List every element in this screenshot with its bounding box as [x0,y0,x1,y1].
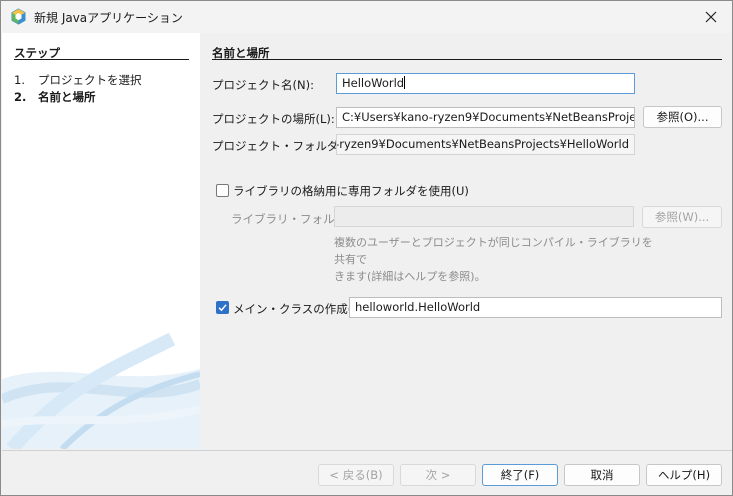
finish-button[interactable]: 終了(F) [482,464,558,486]
library-folder-input[interactable] [334,206,634,227]
help-button[interactable]: ヘルプ(H) [646,464,722,486]
step-item-1: 1. プロジェクトを選択 [14,72,142,88]
back-button[interactable]: < 戻る(B) [318,464,394,486]
main-class-checkbox[interactable] [216,301,229,314]
panel-divider [212,59,722,60]
library-note: 複数のユーザーとプロジェクトが同じコンパイル・ライブラリを共有で きます(詳細は… [334,234,654,285]
netbeans-app-icon [11,8,26,25]
main-class-input[interactable]: helloworld.HelloWorld [349,297,722,318]
next-button[interactable]: 次 > [400,464,476,486]
step-label: プロジェクトを選択 [38,73,142,87]
project-name-value: HelloWorld [342,76,405,90]
title-bar: 新規 Javaアプリケーション [1,1,732,33]
project-name-input[interactable]: HelloWorld [336,73,635,94]
project-folder-field[interactable]: C:¥Users¥kano-ryzen9¥Documents¥NetBeansP… [336,134,635,155]
library-folder-checkbox-label[interactable]: ライブラリの格納用に専用フォルダを使用(U) [233,183,469,199]
close-icon[interactable] [697,5,725,29]
project-location-label: プロジェクトの場所(L): [212,112,335,126]
library-note-line1: 複数のユーザーとプロジェクトが同じコンパイル・ライブラリを共有で [334,236,653,266]
browse-library-button[interactable]: 参照(W)... [642,206,722,228]
window-title: 新規 Javaアプリケーション [34,11,183,25]
decorative-swoosh-graphic [2,332,200,449]
library-folder-checkbox[interactable] [216,184,229,197]
new-java-application-dialog: 新規 Javaアプリケーション ステップ 1. プロジェクトを選択 2. 名前と場所… [0,0,733,496]
cancel-button[interactable]: 取消 [564,464,640,486]
steps-panel: ステップ 1. プロジェクトを選択 2. 名前と場所 [2,33,200,449]
project-name-label: プロジェクト名(N): [212,78,314,92]
browse-location-button[interactable]: 参照(O)... [643,106,722,128]
text-caret [404,76,406,89]
button-bar-divider [2,450,732,451]
step-number: 2. [14,90,27,104]
project-folder-value: C:¥Users¥kano-ryzen9¥Documents¥NetBeansP… [337,137,629,151]
steps-divider [14,59,189,60]
step-number: 1. [14,73,25,87]
main-class-checkbox-label[interactable]: メイン・クラスの作成(C) [233,301,365,317]
checkmark-icon [218,304,227,312]
library-note-line2: きます(詳細はヘルプを参照)。 [334,270,486,283]
step-label: 名前と場所 [38,90,96,104]
project-location-input[interactable]: C:¥Users¥kano-ryzen9¥Documents¥NetBeansP… [336,107,635,128]
step-item-2: 2. 名前と場所 [14,89,96,105]
